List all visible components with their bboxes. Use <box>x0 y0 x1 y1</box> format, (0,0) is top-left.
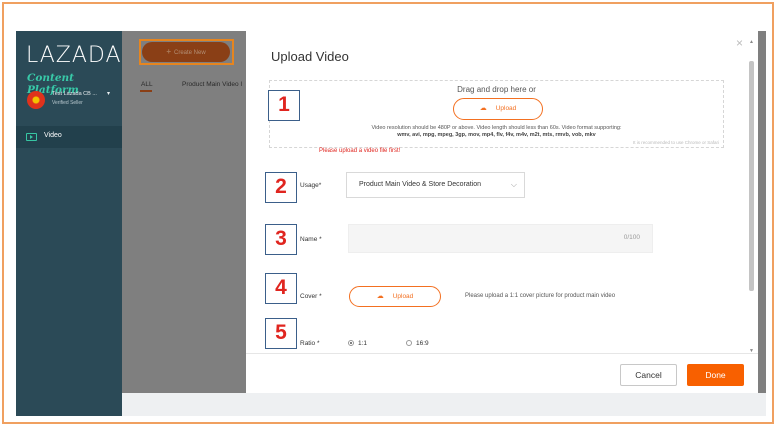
video-requirements: Video resolution should be 480P or above… <box>371 125 622 131</box>
footer-divider <box>246 353 758 354</box>
dropzone-text: Drag and drop here or <box>457 85 536 94</box>
active-tab-indicator <box>140 90 152 92</box>
scroll-up-arrow-icon[interactable]: ▲ <box>749 39 754 45</box>
callout-5: 5 <box>265 318 297 349</box>
name-char-counter: 0/100 <box>623 234 640 241</box>
tab-product-main-video[interactable]: Product Main Video I <box>182 81 242 88</box>
close-icon[interactable]: × <box>736 36 743 50</box>
sidebar: LAZADA Content Platform Test Lazada CB .… <box>16 31 122 416</box>
ratio-radio-16-9[interactable] <box>406 340 412 346</box>
app-window: LAZADA Content Platform Test Lazada CB .… <box>16 31 766 416</box>
cover-label: Cover * <box>300 293 322 300</box>
page-bottom <box>122 393 766 416</box>
ratio-label: Ratio * <box>300 340 320 347</box>
usage-label: Usage* <box>300 182 322 189</box>
cloud-upload-icon: ☁ <box>479 105 487 112</box>
name-label: Name * <box>300 236 322 243</box>
upload-label: Upload <box>495 105 517 112</box>
upload-error-message: Please upload a video file first! <box>319 148 401 154</box>
create-new-highlight <box>139 39 234 65</box>
usage-select[interactable]: Product Main Video & Store Decoration ⌵ <box>346 172 525 198</box>
upload-video-drawer: Upload Video × ▲ ▼ Drag and drop here or… <box>246 31 758 393</box>
seller-name[interactable]: Test Lazada CB ... <box>52 91 97 97</box>
name-input[interactable]: 0/100 <box>348 224 653 253</box>
tab-all[interactable]: ALL <box>141 81 153 88</box>
browser-tip: It is recommended to use Chrome or Safar… <box>632 140 719 145</box>
done-button[interactable]: Done <box>687 364 744 386</box>
lazada-logo: LAZADA <box>26 43 122 68</box>
cover-hint: Please upload a 1:1 cover picture for pr… <box>465 293 616 299</box>
chevron-down-icon: ⌵ <box>510 180 517 189</box>
sidebar-item-video[interactable]: Video <box>16 126 122 148</box>
cancel-button[interactable]: Cancel <box>620 364 677 386</box>
sidebar-item-label: Video <box>44 132 62 139</box>
video-icon <box>26 133 37 141</box>
ratio-option-label: 1:1 <box>358 340 368 347</box>
cover-upload-label: Upload <box>392 293 414 300</box>
seller-avatar[interactable] <box>27 91 45 109</box>
cloud-upload-icon: ☁ <box>376 293 384 300</box>
callout-4: 4 <box>265 273 297 304</box>
callout-1: 1 <box>268 90 300 121</box>
callout-3: 3 <box>265 224 297 255</box>
seller-menu-caret-icon[interactable]: ▾ <box>107 90 110 97</box>
callout-2: 2 <box>265 172 297 203</box>
drawer-title: Upload Video <box>271 49 349 64</box>
video-formats: wmv, avi, mpg, mpeg, 3gp, mov, mp4, flv,… <box>397 132 596 138</box>
seller-status: Verified Seller <box>52 100 83 106</box>
usage-selected-value: Product Main Video & Store Decoration <box>359 181 482 188</box>
ratio-option-label: 16:9 <box>416 340 429 347</box>
cover-upload-button[interactable]: ☁ Upload <box>349 286 441 307</box>
ratio-radio-1-1[interactable] <box>348 340 354 346</box>
scrollbar-thumb[interactable] <box>749 61 754 291</box>
video-dropzone[interactable]: Drag and drop here or ☁ Upload Video reso… <box>269 80 724 148</box>
video-upload-button[interactable]: ☁ Upload <box>453 98 543 120</box>
